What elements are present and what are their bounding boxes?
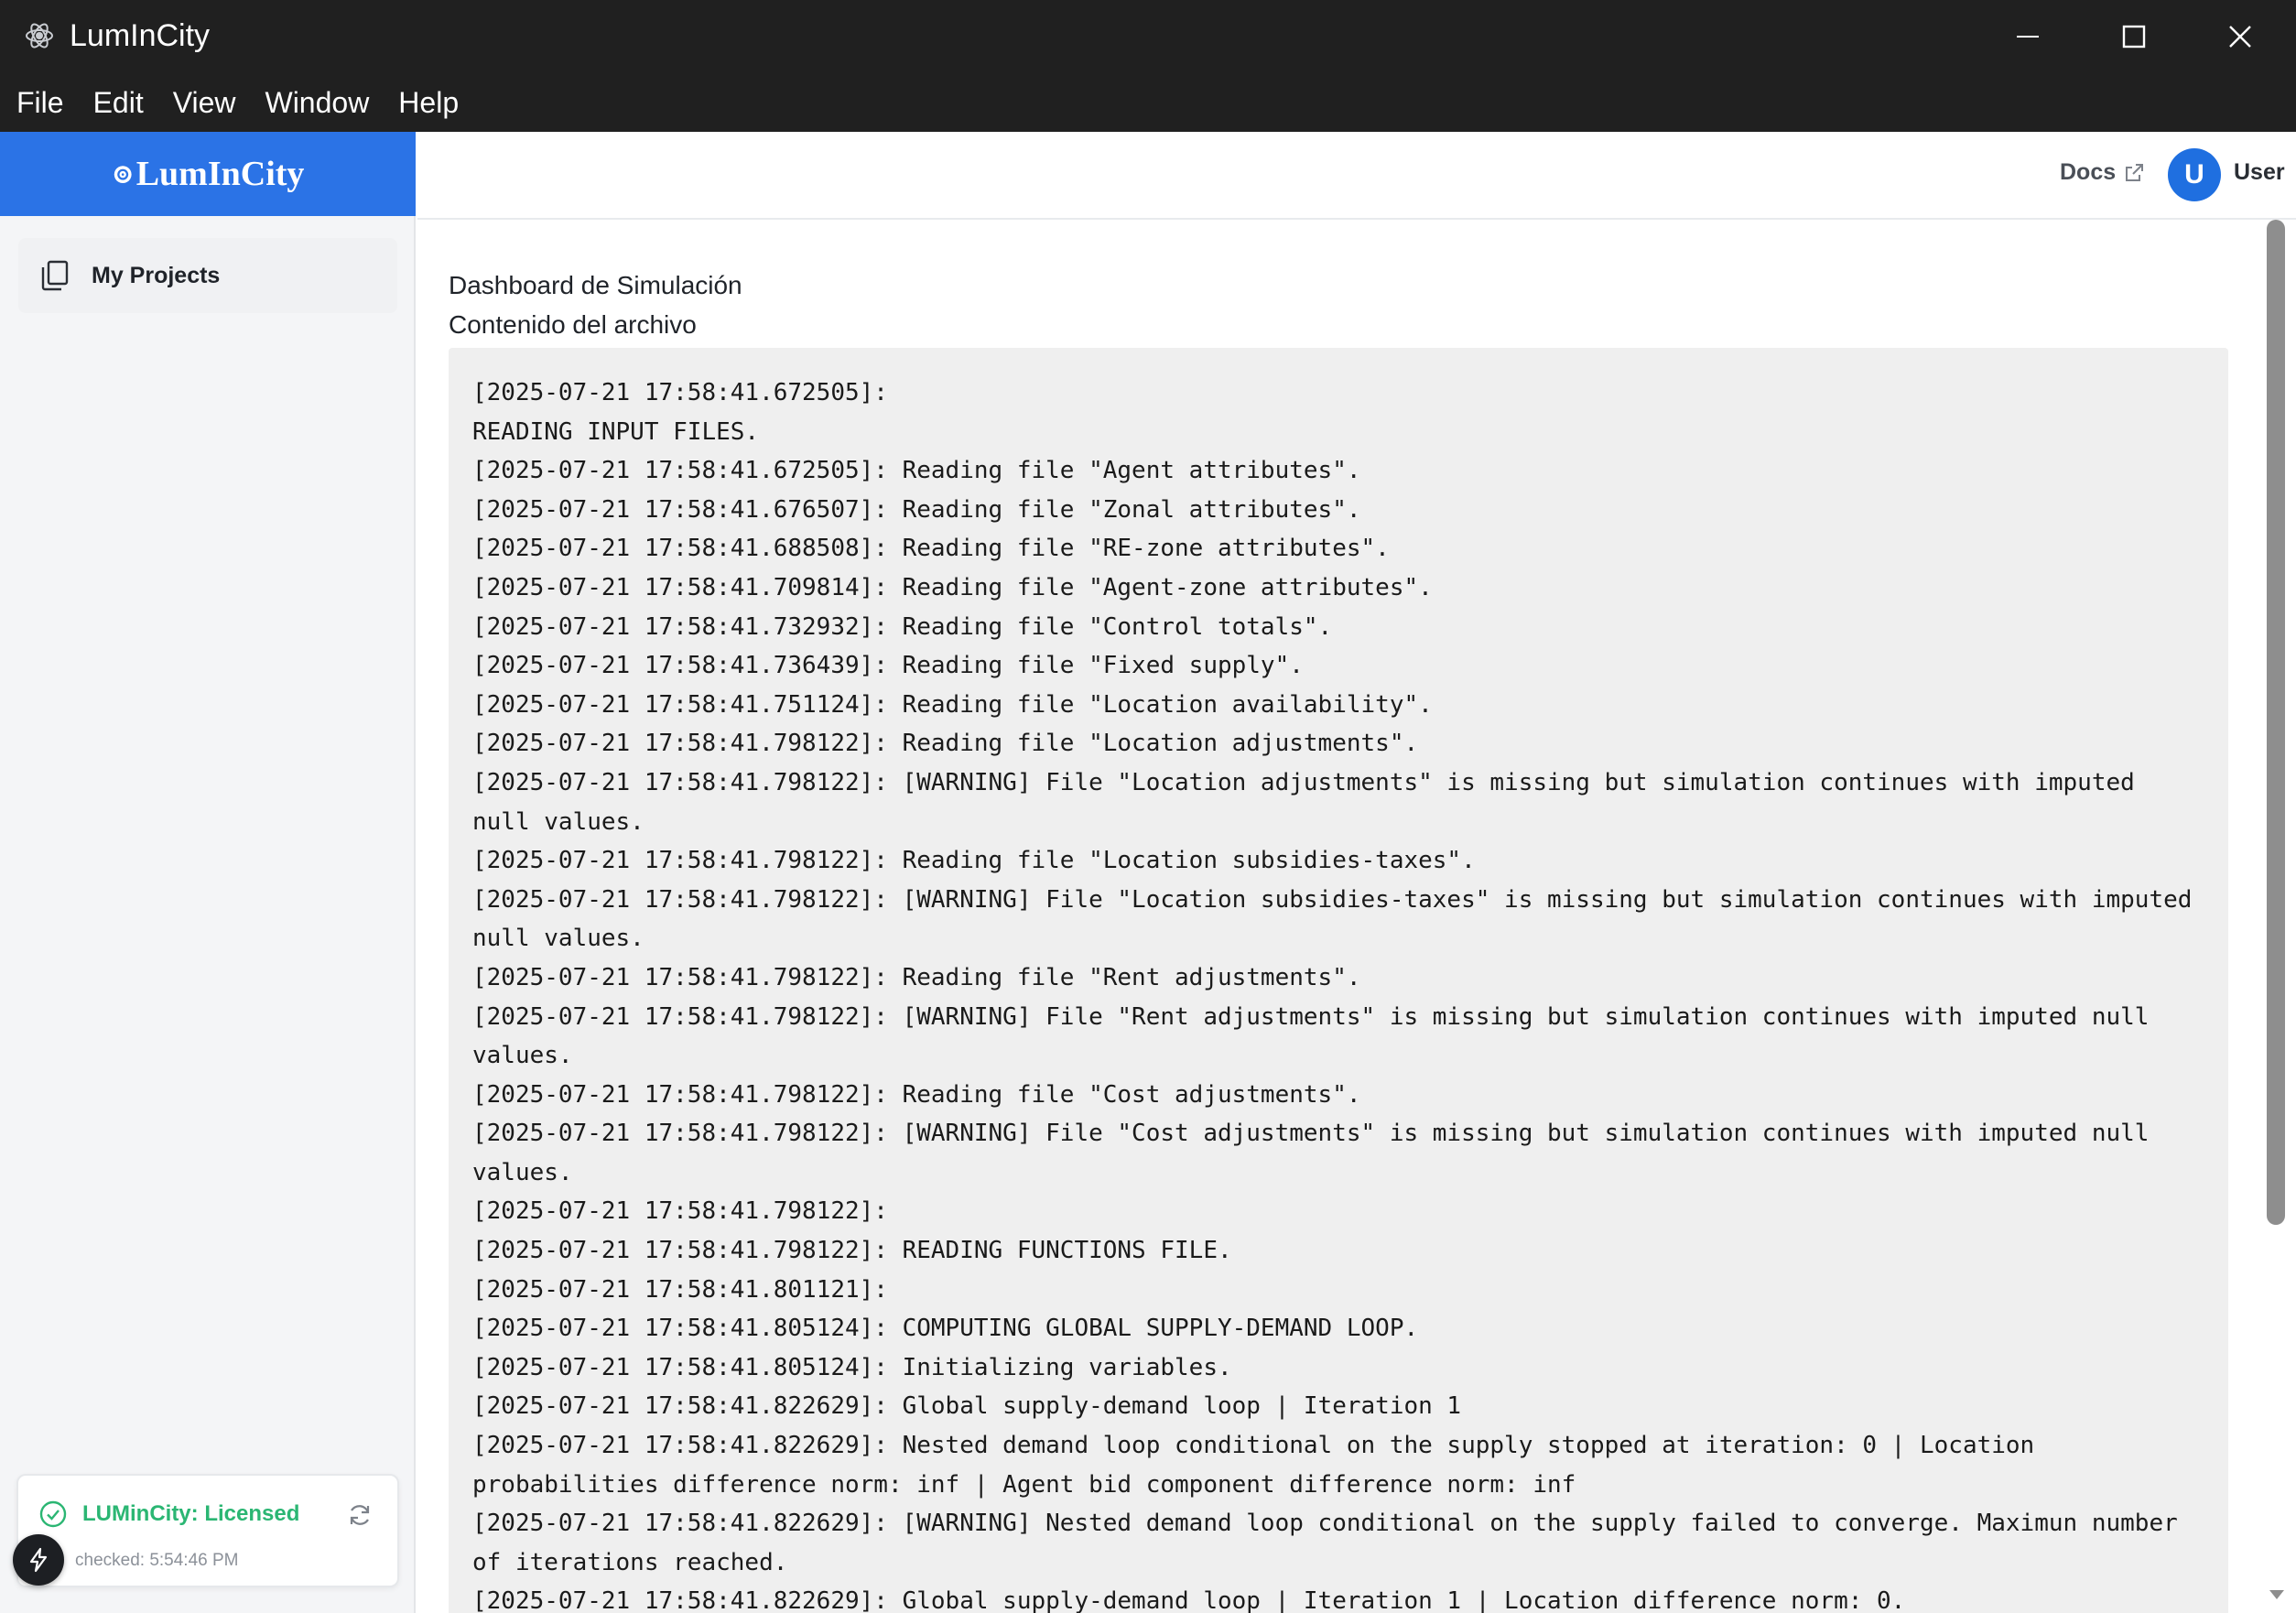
close-icon <box>2229 26 2251 48</box>
license-status-text: LUMinCity: Licensed <box>82 1501 300 1526</box>
menu-view[interactable]: View <box>173 86 236 120</box>
menu-file[interactable]: File <box>16 86 64 120</box>
log-line: [2025-07-21 17:58:41.822629]: [WARNING] … <box>472 1510 2193 1576</box>
menu-edit[interactable]: Edit <box>93 86 144 120</box>
log-line: [2025-07-21 17:58:41.805124]: COMPUTING … <box>472 1315 1419 1343</box>
app-logo-icon <box>26 23 53 49</box>
maximize-icon <box>2122 25 2146 49</box>
license-status: LUMinCity: Licensed <box>38 1499 299 1529</box>
minimize-button[interactable] <box>1977 0 2078 73</box>
log-line: [2025-07-21 17:58:41.805124]: Initializi… <box>472 1353 1232 1381</box>
log-line: [2025-07-21 17:58:41.801121]: <box>472 1275 888 1304</box>
page-title: Dashboard de Simulación <box>449 271 742 299</box>
log-line: [2025-07-21 17:58:41.672505]: Reading fi… <box>472 457 1361 485</box>
bolt-icon <box>29 1547 48 1573</box>
log-output[interactable]: [2025-07-21 17:58:41.672505]: READING INP… <box>449 348 2228 1613</box>
brand-name: LumInCity <box>135 155 305 193</box>
log-line: [2025-07-21 17:58:41.688508]: Reading fi… <box>472 535 1390 563</box>
docs-link[interactable]: Docs <box>2060 159 2145 186</box>
log-line: [2025-07-21 17:58:41.798122]: Reading fi… <box>472 1080 1361 1109</box>
log-line: [2025-07-21 17:58:41.822629]: Global sup… <box>472 1392 1462 1421</box>
user-name[interactable]: User <box>2234 159 2285 186</box>
log-line: [2025-07-21 17:58:41.822629]: Global sup… <box>472 1587 1906 1613</box>
app-window: LumInCity File Edit View Window Help ⊚ L… <box>0 0 2296 1613</box>
docs-label: Docs <box>2060 159 2117 185</box>
log-line: [2025-07-21 17:58:41.751124]: Reading fi… <box>472 690 1433 719</box>
log-line: [2025-07-21 17:58:41.709814]: Reading fi… <box>472 573 1433 601</box>
sidebar-item-label: My Projects <box>92 262 221 288</box>
menu-window[interactable]: Window <box>265 86 369 120</box>
vertical-scrollbar[interactable] <box>2263 220 2296 1613</box>
menu-help[interactable]: Help <box>398 86 459 120</box>
external-link-icon <box>2126 163 2144 181</box>
license-checked-time: checked: 5:54:46 PM <box>75 1551 239 1570</box>
top-header: Docs U User <box>417 132 2296 220</box>
check-circle-icon <box>39 1500 67 1528</box>
log-line: [2025-07-21 17:58:41.822629]: Nested dem… <box>472 1432 2049 1499</box>
log-line: [2025-07-21 17:58:41.798122]: Reading fi… <box>472 847 1476 875</box>
documents-icon <box>41 260 69 291</box>
avatar[interactable]: U <box>2168 148 2221 201</box>
log-line: [2025-07-21 17:58:41.798122]: READING FU… <box>472 1237 1232 1265</box>
log-line: [2025-07-21 17:58:41.798122]: Reading fi… <box>472 963 1361 991</box>
log-line: [2025-07-21 17:58:41.672505]: <box>472 379 888 406</box>
log-line: [2025-07-21 17:58:41.798122]: Reading fi… <box>472 730 1419 758</box>
log-line: READING INPUT FILES. <box>472 417 760 446</box>
license-card: LUMinCity: Licensed checked: 5:54:46 PM <box>16 1474 399 1587</box>
sidebar: ⊚ LumInCity My Projects LUMinCity: Licen… <box>0 132 416 1613</box>
log-line: [2025-07-21 17:58:41.732932]: Reading fi… <box>472 612 1333 641</box>
sidebar-item-my-projects[interactable]: My Projects <box>18 238 397 313</box>
scrollbar-thumb[interactable] <box>2267 220 2285 1225</box>
file-content-label: Contenido del archivo <box>449 310 697 339</box>
log-line: [2025-07-21 17:58:41.798122]: [WARNING] … <box>472 1002 2164 1070</box>
window-title: LumInCity <box>70 18 211 53</box>
scroll-down-arrow-icon[interactable] <box>2267 1584 2287 1604</box>
log-line: [2025-07-21 17:58:41.736439]: Reading fi… <box>472 652 1304 680</box>
minimize-icon <box>2017 36 2039 38</box>
main-content: Dashboard de Simulación Contenido del ar… <box>417 220 2263 1613</box>
quick-action-button[interactable] <box>13 1534 64 1586</box>
log-line: [2025-07-21 17:58:41.798122]: [WARNING] … <box>472 885 2207 953</box>
log-line: [2025-07-21 17:58:41.676507]: Reading fi… <box>472 495 1361 524</box>
title-bar: LumInCity <box>0 0 2296 73</box>
brand-logo[interactable]: ⊚ LumInCity <box>0 132 416 216</box>
log-line: [2025-07-21 17:58:41.798122]: [WARNING] … <box>472 768 2150 836</box>
menu-bar: File Edit View Window Help <box>0 73 2296 132</box>
maximize-button[interactable] <box>2084 0 2184 73</box>
log-line: [2025-07-21 17:58:41.798122]: [WARNING] … <box>472 1120 2164 1186</box>
close-button[interactable] <box>2190 0 2291 73</box>
brand-mark-icon: ⊚ <box>111 158 135 189</box>
log-line: [2025-07-21 17:58:41.798122]: <box>472 1197 888 1226</box>
refresh-icon[interactable] <box>346 1501 374 1529</box>
